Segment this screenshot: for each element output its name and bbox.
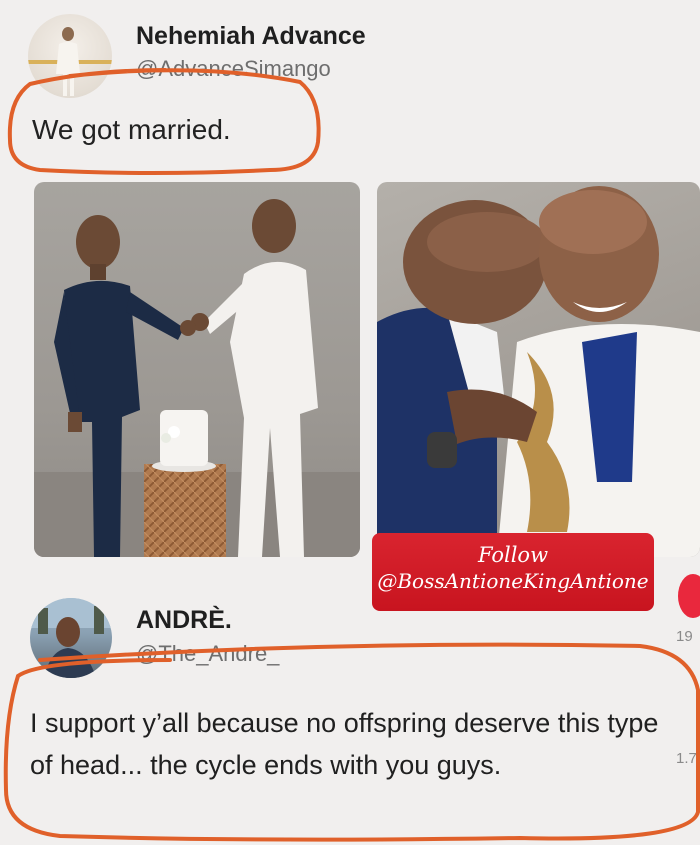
- wedding-photo-image: [34, 199, 360, 557]
- author-handle[interactable]: @AdvanceSimango: [136, 56, 331, 82]
- post-photo-left[interactable]: [34, 182, 360, 557]
- author-avatar[interactable]: [28, 14, 112, 98]
- wedding-closeup-image: [377, 186, 700, 557]
- follow-overlay[interactable]: Follow @BossAntioneKingAntione: [372, 533, 654, 611]
- reply-author-handle[interactable]: @The_Andre_: [136, 641, 279, 667]
- avatar-figure-icon: [28, 27, 112, 96]
- follow-handle: @BossAntioneKingAntione: [377, 569, 649, 593]
- reply-author-avatar[interactable]: [30, 598, 112, 678]
- avatar-person-icon: [30, 598, 112, 678]
- reply-text: I support y’all because no offspring des…: [30, 708, 659, 780]
- follow-label: Follow: [477, 543, 549, 567]
- reply-count-bottom: 1.7: [676, 750, 697, 767]
- reply-author-name[interactable]: ANDRÈ.: [136, 606, 232, 635]
- post-text: We got married.: [32, 114, 231, 145]
- post-photo-right[interactable]: [377, 182, 700, 557]
- reply-count-top: 19: [676, 628, 693, 645]
- heart-icon[interactable]: [678, 574, 700, 618]
- author-name[interactable]: Nehemiah Advance: [136, 22, 366, 51]
